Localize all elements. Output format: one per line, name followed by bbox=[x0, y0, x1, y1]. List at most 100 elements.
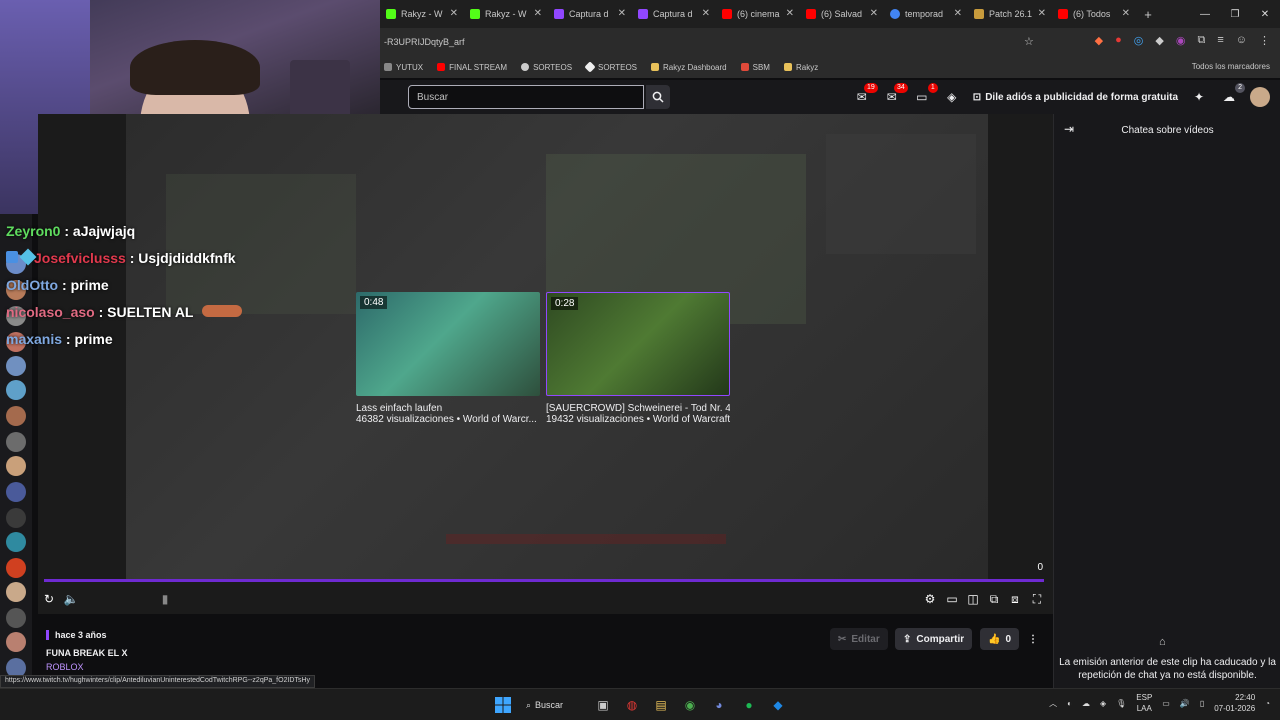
browser-tab[interactable]: Captura d ✕ bbox=[548, 0, 632, 28]
network-icon[interactable]: ▭ bbox=[1162, 699, 1170, 708]
new-tab-button[interactable]: + bbox=[1136, 7, 1160, 22]
theater-mode-icon[interactable]: ▭ bbox=[943, 590, 961, 608]
whispers-icon[interactable]: ▭ 1 bbox=[913, 83, 938, 106]
browser-tab[interactable]: temporad ✕ bbox=[884, 0, 968, 28]
browser-tab[interactable]: Captura d ✕ bbox=[632, 0, 716, 28]
close-icon[interactable]: ✕ bbox=[618, 8, 626, 19]
browser-tab[interactable]: (6) Salvad ✕ bbox=[800, 0, 884, 28]
notification-icon[interactable]: ◔ bbox=[1265, 699, 1270, 708]
close-icon[interactable]: ✕ bbox=[1038, 8, 1046, 19]
browser-tab[interactable]: Rakyz - W ✕ bbox=[380, 0, 464, 28]
chevron-up-icon[interactable]: ︿ bbox=[1049, 698, 1057, 709]
volume-icon[interactable]: 🔈 bbox=[62, 590, 80, 608]
extension-icon[interactable]: ◆ bbox=[1095, 34, 1103, 47]
clip-thumbnail[interactable]: 0:48 bbox=[356, 292, 540, 396]
game-link[interactable]: ROBLOX bbox=[46, 662, 84, 672]
more-options-button[interactable]: ⋮ bbox=[1020, 628, 1046, 650]
task-view-icon[interactable]: ▣ bbox=[594, 696, 612, 714]
taskbar-search[interactable]: ⌕ Buscar bbox=[526, 696, 576, 714]
menu-icon[interactable]: ⋮ bbox=[1259, 34, 1270, 47]
edit-button[interactable]: ✂ Editar bbox=[830, 628, 888, 650]
steam-icon[interactable]: ◐ bbox=[1067, 699, 1072, 708]
extension-icon[interactable]: ◆ bbox=[1155, 34, 1163, 47]
channel-avatar[interactable] bbox=[6, 582, 26, 602]
clip-title[interactable]: [SAUERCROWD] Schweinerei - Tod Nr. 4 bbox=[546, 403, 730, 414]
recommended-clip[interactable]: 0:28 [SAUERCROWD] Schweinerei - Tod Nr. … bbox=[546, 292, 730, 425]
user-avatar[interactable] bbox=[1250, 87, 1270, 107]
bits-icon[interactable]: ☁ 2 bbox=[1220, 83, 1245, 106]
clip-marker-icon[interactable]: ▮ bbox=[156, 590, 174, 608]
channel-avatar[interactable] bbox=[6, 406, 26, 426]
clock[interactable]: 22:40 07-01-2026 bbox=[1214, 692, 1255, 714]
all-bookmarks[interactable]: Todos los marcadores bbox=[1192, 62, 1270, 71]
bookmark-item[interactable]: SORTEOS bbox=[584, 61, 637, 73]
minimize-icon[interactable]: — bbox=[1190, 0, 1220, 28]
chrome-icon[interactable]: ◉ bbox=[681, 696, 699, 714]
channel-avatar[interactable] bbox=[6, 558, 26, 578]
bookmark-item[interactable]: SORTEOS bbox=[521, 63, 572, 72]
bookmark-star-icon[interactable]: ☆ bbox=[1024, 35, 1034, 48]
app-icon[interactable]: ◆ bbox=[769, 696, 787, 714]
bookmark-item[interactable]: YUTUX bbox=[384, 63, 423, 72]
channel-avatar[interactable] bbox=[6, 456, 26, 476]
channel-avatar[interactable] bbox=[6, 608, 26, 628]
settings-icon[interactable]: ⚙ bbox=[921, 590, 939, 608]
channel-avatar[interactable] bbox=[6, 482, 26, 502]
close-icon[interactable]: ✕ bbox=[534, 8, 542, 19]
clip-title[interactable]: Lass einfach laufen bbox=[356, 403, 540, 414]
puzzle-icon[interactable]: ⧉ bbox=[1197, 34, 1205, 47]
language-indicator[interactable]: ESP LAA bbox=[1136, 692, 1152, 714]
media-icon[interactable]: ≡ bbox=[1217, 34, 1223, 47]
video-icon[interactable] bbox=[6, 508, 26, 528]
search-input[interactable]: Buscar bbox=[408, 85, 644, 109]
replay-icon[interactable]: ↻ bbox=[40, 590, 58, 608]
spotify-icon[interactable]: ● bbox=[740, 696, 758, 714]
inbox-icon[interactable]: ✉ 19 bbox=[853, 83, 878, 106]
extension-icon[interactable]: ● bbox=[1115, 34, 1122, 47]
bookmark-item[interactable]: Rakyz bbox=[783, 63, 818, 72]
channel-avatar[interactable] bbox=[6, 532, 26, 552]
bookmark-item[interactable]: SBM bbox=[740, 63, 770, 72]
close-icon[interactable]: ✕ bbox=[1122, 8, 1130, 19]
close-icon[interactable]: ✕ bbox=[702, 8, 710, 19]
url-field[interactable]: -R3UPRIJDqtyB_arf bbox=[380, 37, 465, 47]
browser-tab[interactable]: (6) cinema ✕ bbox=[716, 0, 800, 28]
mic-icon[interactable]: 🎙 bbox=[1116, 699, 1126, 708]
channel-avatar[interactable] bbox=[6, 432, 26, 452]
battery-icon[interactable]: ▯ bbox=[1200, 699, 1204, 708]
discord-icon[interactable]: ◕ bbox=[710, 696, 728, 714]
ad-free-promo[interactable]: ⊡ Dile adiós a publicidad de forma gratu… bbox=[973, 92, 1178, 103]
like-button[interactable]: 👍 0 bbox=[980, 628, 1020, 650]
app-tray-icon[interactable]: ◈ bbox=[1100, 699, 1106, 708]
recommended-clip[interactable]: 0:48 Lass einfach laufen 46382 visualiza… bbox=[356, 292, 540, 425]
crown-icon[interactable]: ◈ bbox=[943, 88, 961, 106]
video-player[interactable]: 0:48 Lass einfach laufen 46382 visualiza… bbox=[38, 114, 1053, 614]
close-window-icon[interactable]: ✕ bbox=[1250, 0, 1280, 28]
browser-tab[interactable]: (6) Todos ✕ bbox=[1052, 0, 1136, 28]
clip-thumbnail[interactable]: 0:28 bbox=[546, 292, 730, 396]
windows-start-icon[interactable] bbox=[494, 696, 512, 714]
translate-icon[interactable]: ✦ bbox=[1190, 88, 1208, 106]
close-icon[interactable]: ✕ bbox=[954, 8, 962, 19]
bookmark-item[interactable]: FINAL STREAM bbox=[437, 63, 507, 72]
close-icon[interactable]: ✕ bbox=[450, 8, 458, 19]
fullscreen-icon[interactable]: ⛶ bbox=[1028, 590, 1046, 608]
bookmark-item[interactable]: Rakyz Dashboard bbox=[651, 63, 727, 72]
browser-tab[interactable]: Patch 26.1 ✕ bbox=[968, 0, 1052, 28]
sidebar-toggle-icon[interactable]: ◫ bbox=[964, 590, 982, 608]
extension-icon[interactable]: ◎ bbox=[1134, 34, 1144, 47]
extension-icon[interactable]: ◉ bbox=[1176, 34, 1186, 47]
app-icon[interactable]: ◍ bbox=[623, 696, 641, 714]
close-icon[interactable]: ✕ bbox=[870, 8, 878, 19]
channel-avatar[interactable] bbox=[6, 356, 26, 376]
maximize-icon[interactable]: ❐ bbox=[1220, 0, 1250, 28]
cloud-icon[interactable]: ☁ bbox=[1082, 699, 1090, 708]
progress-bar[interactable] bbox=[44, 579, 1044, 582]
clip-icon[interactable]: ⧉ bbox=[985, 590, 1003, 608]
channel-avatar[interactable] bbox=[6, 380, 26, 400]
profile-icon[interactable]: ☺ bbox=[1236, 34, 1247, 47]
channel-avatar[interactable] bbox=[6, 632, 26, 652]
browser-tab[interactable]: Rakyz - W ✕ bbox=[464, 0, 548, 28]
speaker-icon[interactable]: 🔊 bbox=[1180, 699, 1190, 708]
miniplayer-icon[interactable]: ⧈ bbox=[1006, 590, 1024, 608]
